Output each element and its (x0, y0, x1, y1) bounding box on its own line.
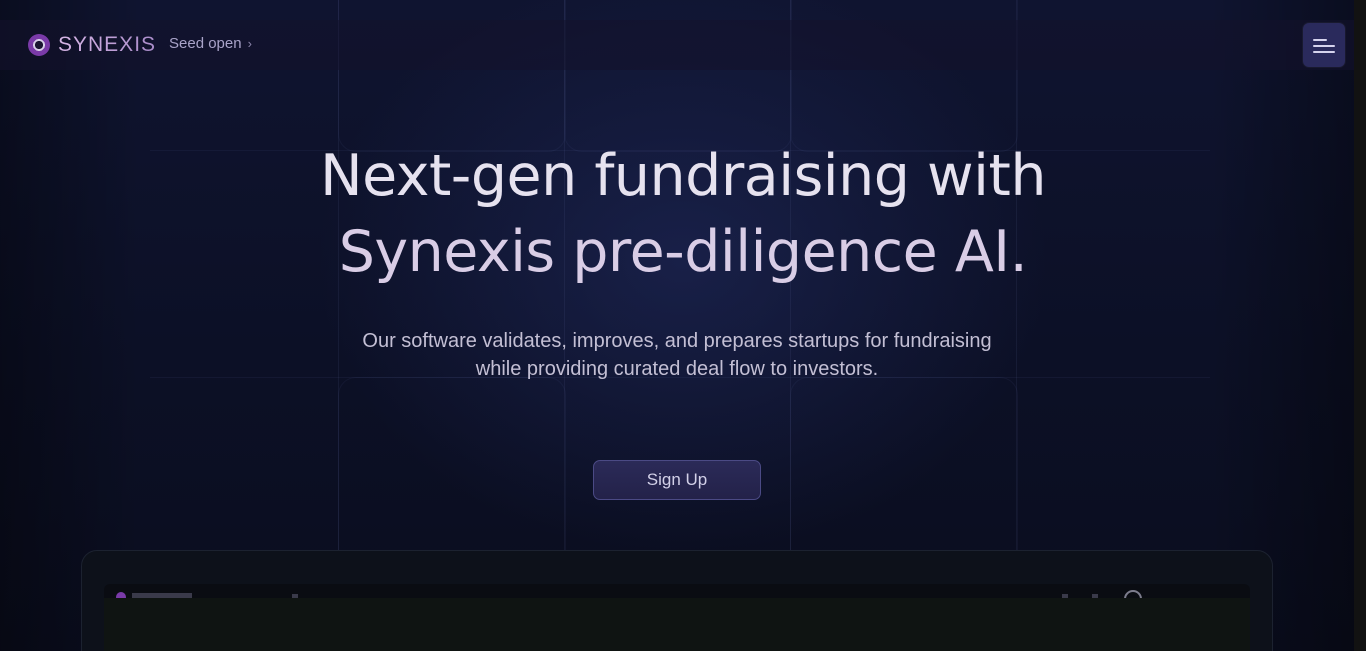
menu-line (1313, 45, 1335, 47)
brand-name: SYNEXIS (58, 33, 157, 56)
hero-subtitle: Our software validates, improves, and pr… (333, 327, 1021, 383)
seed-open-link[interactable]: Seed open › (169, 35, 252, 52)
sign-up-button[interactable]: Sign Up (593, 460, 761, 500)
hero-title: Next-gen fundraising with Synexis pre-di… (183, 138, 1183, 290)
preview-avatar-icon (1124, 590, 1142, 598)
hero-subtitle-line-2: while providing curated deal flow to inv… (475, 358, 879, 380)
landing-page: SYNEXIS Seed open › Next-gen fundraising… (0, 0, 1366, 651)
menu-line (1313, 51, 1335, 53)
preview-content (104, 598, 1250, 651)
seed-open-label: Seed open (169, 35, 242, 52)
hero-subtitle-line-1: Our software validates, improves, and pr… (362, 330, 992, 352)
grid-cell (790, 377, 1018, 569)
menu-button[interactable] (1303, 23, 1345, 67)
hero-title-line-2: Synexis pre-diligence AI. (338, 219, 1028, 285)
eye-logo-icon (28, 34, 50, 56)
app-preview-frame (81, 550, 1273, 651)
brand-logo[interactable]: SYNEXIS (28, 33, 156, 57)
scrollbar-track[interactable] (1354, 0, 1366, 651)
hero-title-line-1: Next-gen fundraising with (320, 143, 1046, 209)
preview-top-bar (104, 584, 1250, 598)
chevron-right-icon: › (247, 36, 252, 51)
grid-cell (338, 377, 566, 569)
menu-line (1313, 39, 1327, 41)
